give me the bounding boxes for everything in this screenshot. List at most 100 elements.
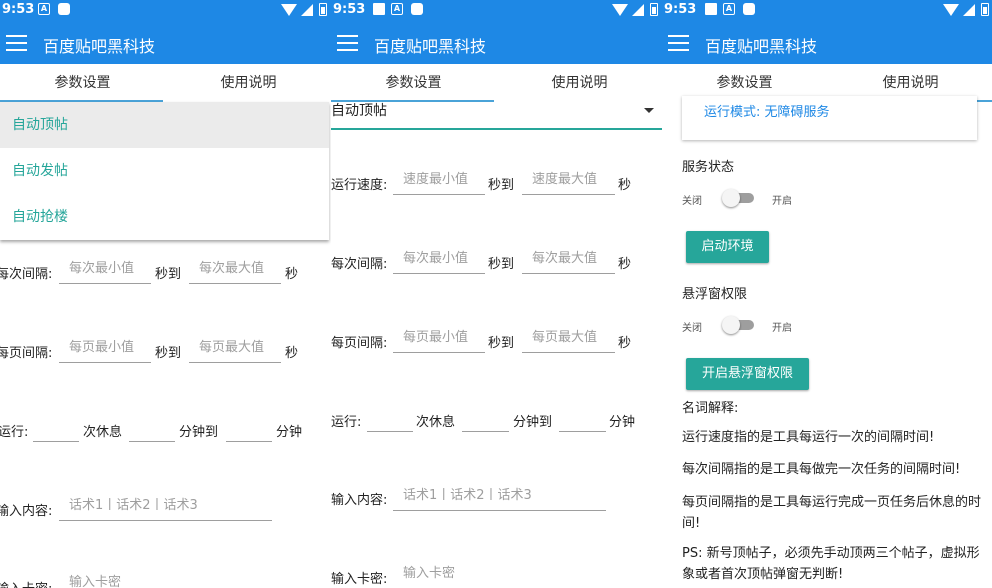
app-toolbar: 百度贴吧黑科技	[662, 20, 992, 64]
speed-min-input[interactable]	[393, 165, 485, 193]
screen-params-dropdown: 9:53 A 百度贴吧黑科技 参数设置 使用说明 自动顶帖 自动发帖 自动抢楼 …	[0, 0, 331, 588]
interval-min-input[interactable]	[393, 244, 485, 272]
screen-instructions: 9:53 A 百度贴吧黑科技 参数设置 使用说明 运行模式: 无障碍服务 服务状…	[662, 0, 992, 588]
interval-max-field[interactable]	[522, 244, 615, 274]
rest-min-field[interactable]	[462, 402, 509, 432]
notification-a-icon: A	[38, 3, 50, 15]
content-input[interactable]	[393, 481, 606, 509]
interval-min-field[interactable]	[59, 254, 151, 284]
interval-label: 每次间隔:	[331, 257, 388, 272]
terms-title: 名词解释:	[682, 401, 739, 416]
rest-max-input[interactable]	[226, 412, 272, 440]
page-interval-label: 每页间隔:	[331, 336, 388, 351]
menu-icon[interactable]	[337, 35, 358, 51]
page-interval-min-field[interactable]	[393, 323, 485, 353]
start-env-button[interactable]: 启动环境	[686, 231, 769, 263]
app-title: 百度贴吧黑科技	[374, 37, 487, 56]
rest-min-input[interactable]	[129, 412, 175, 440]
interval-max-input[interactable]	[522, 244, 615, 272]
interval-max-input[interactable]	[189, 254, 281, 282]
page-interval-min-input[interactable]	[393, 323, 485, 351]
sec-label: 秒	[618, 257, 632, 272]
app-toolbar: 百度贴吧黑科技	[0, 20, 331, 64]
mode-dropdown-menu: 自动顶帖 自动发帖 自动抢楼	[0, 102, 329, 240]
card-label: 输入卡密:	[0, 578, 52, 588]
content-field[interactable]	[59, 491, 272, 521]
interval-min-field[interactable]	[393, 244, 485, 274]
menu-icon[interactable]	[6, 35, 27, 51]
run-times-field[interactable]	[367, 402, 413, 432]
notification-app-icon	[743, 3, 755, 15]
card-input[interactable]	[59, 568, 272, 588]
tab-params[interactable]: 参数设置	[0, 64, 165, 102]
card-input[interactable]	[393, 559, 606, 587]
rest-min-input[interactable]	[462, 402, 509, 430]
para-interval: 每次间隔指的是工具每做完一次任务的间隔时间!	[682, 462, 961, 477]
notification-app-icon	[411, 3, 423, 15]
speed-label: 运行速度:	[331, 178, 388, 193]
min-label: 分钟	[609, 415, 636, 430]
card-field[interactable]	[59, 568, 272, 588]
run-times-input[interactable]	[367, 402, 413, 430]
app-title: 百度贴吧黑科技	[43, 37, 156, 56]
mode-spinner[interactable]: 自动顶帖	[331, 96, 662, 130]
content-label: 输入内容:	[0, 504, 53, 519]
rest-max-input[interactable]	[559, 402, 606, 430]
times-rest-label: 次休息	[416, 415, 456, 430]
speed-max-field[interactable]	[522, 165, 615, 195]
rest-min-field[interactable]	[129, 412, 175, 442]
open-float-button[interactable]: 开启悬浮窗权限	[686, 358, 809, 390]
interval-min-input[interactable]	[59, 254, 151, 282]
para-page-interval: 每页间隔指的是工具每运行完成一页任务后休息的时间!	[682, 495, 982, 531]
app-toolbar: 百度贴吧黑科技	[331, 20, 662, 64]
notification-image-icon	[373, 3, 385, 15]
battery-icon	[650, 3, 658, 16]
sec-label: 秒	[618, 178, 632, 193]
page-interval-max-input[interactable]	[189, 333, 281, 361]
mode-option-auto-bump[interactable]: 自动顶帖	[0, 102, 329, 148]
tab-instructions[interactable]: 使用说明	[166, 64, 331, 102]
mode-option-auto-post[interactable]: 自动发帖	[0, 148, 329, 194]
status-bar: 9:53 A	[331, 0, 662, 20]
mode-spinner-value: 自动顶帖	[331, 103, 387, 119]
card-label: 输入卡密:	[331, 572, 388, 587]
content-field[interactable]	[393, 481, 606, 511]
interval-max-field[interactable]	[189, 254, 281, 284]
speed-min-field[interactable]	[393, 165, 485, 195]
sec-to-label: 秒到	[488, 257, 515, 272]
content-label: 输入内容:	[331, 493, 388, 508]
menu-icon[interactable]	[668, 35, 689, 51]
rest-max-field[interactable]	[226, 412, 272, 442]
service-off-label: 关闭	[682, 196, 702, 207]
status-time: 9:53	[664, 2, 697, 17]
status-bar: 9:53 A	[662, 0, 992, 20]
run-mode-card: 运行模式: 无障碍服务	[682, 96, 977, 140]
speed-max-input[interactable]	[522, 165, 615, 193]
float-on-label: 开启	[772, 323, 792, 334]
run-times-field[interactable]	[33, 412, 79, 442]
page-interval-max-input[interactable]	[522, 323, 615, 351]
page-interval-max-field[interactable]	[522, 323, 615, 353]
rest-max-field[interactable]	[559, 402, 606, 432]
dropdown-arrow-icon	[644, 108, 654, 113]
page-interval-min-field[interactable]	[59, 333, 151, 363]
notification-a-icon: A	[391, 3, 403, 15]
notification-image-icon	[705, 3, 717, 15]
float-switch[interactable]	[722, 316, 754, 334]
mode-option-auto-grab-floor[interactable]: 自动抢楼	[0, 194, 329, 240]
page-interval-max-field[interactable]	[189, 333, 281, 363]
content-input[interactable]	[59, 491, 272, 519]
float-perm-label: 悬浮窗权限	[682, 287, 748, 302]
service-on-label: 开启	[772, 196, 792, 207]
min-label: 分钟	[276, 425, 303, 440]
times-rest-label: 次休息	[83, 425, 123, 440]
page-interval-label: 每页间隔:	[0, 346, 53, 361]
sec-to-label: 秒到	[155, 267, 182, 282]
status-time: 9:53	[333, 2, 366, 17]
card-field[interactable]	[393, 559, 606, 588]
float-off-label: 关闭	[682, 323, 702, 334]
service-switch[interactable]	[722, 189, 754, 207]
page-interval-min-input[interactable]	[59, 333, 151, 361]
para-speed: 运行速度指的是工具每运行一次的间隔时间!	[682, 430, 935, 445]
run-times-input[interactable]	[33, 412, 79, 440]
